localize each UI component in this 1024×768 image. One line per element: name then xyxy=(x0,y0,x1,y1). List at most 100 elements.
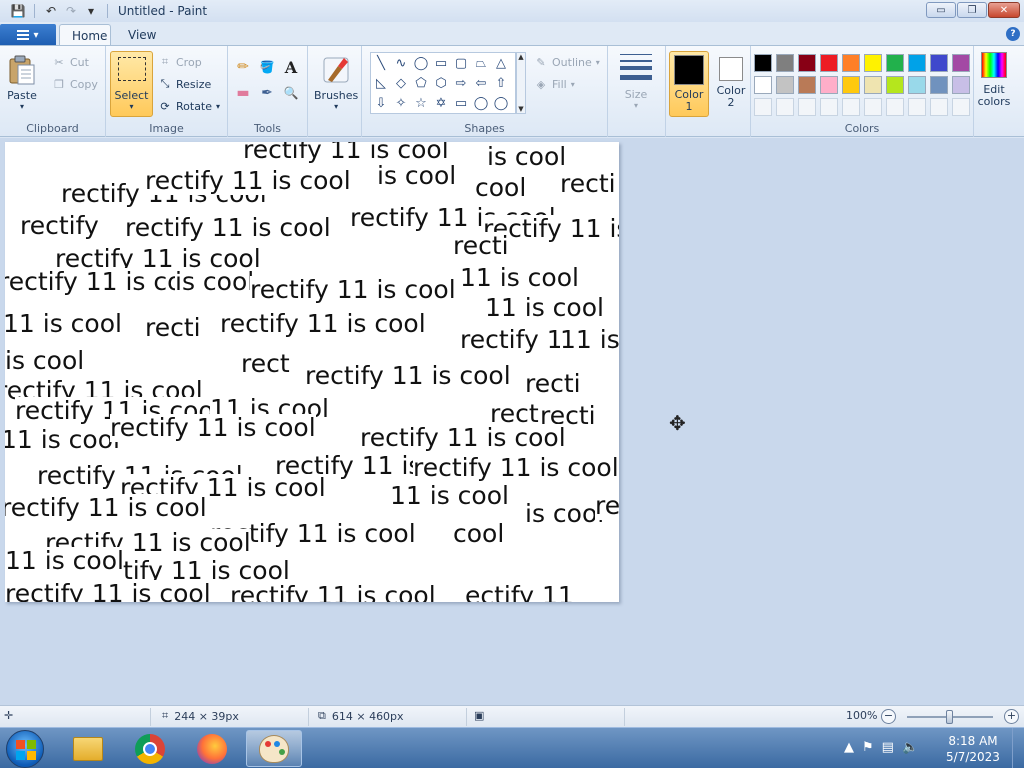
shape-15[interactable]: ✧ xyxy=(396,96,407,111)
outline-button[interactable]: ✎ Outline ▾ xyxy=(534,53,599,71)
crop-button[interactable]: ⌗ Crop xyxy=(158,53,202,71)
customize-qat-icon[interactable]: ▾ xyxy=(83,3,99,19)
shape-17[interactable]: ✡ xyxy=(436,96,447,111)
network-icon[interactable]: ▤ xyxy=(882,740,894,755)
shape-13[interactable]: ⇧ xyxy=(496,76,507,91)
palette-empty-slot[interactable] xyxy=(908,98,926,116)
color1-button[interactable]: Color 1 xyxy=(669,51,709,117)
drawing-canvas[interactable]: rectify 11 is coolis coolrectirectify 11… xyxy=(5,142,619,602)
palette-empty-slot[interactable] xyxy=(798,98,816,116)
fill-icon[interactable]: 🪣 xyxy=(256,56,278,78)
start-button[interactable] xyxy=(6,730,44,768)
show-desktop-button[interactable] xyxy=(1012,728,1024,768)
shape-18[interactable]: ▭ xyxy=(455,96,467,111)
redo-icon[interactable]: ↷ xyxy=(63,3,79,19)
palette-color-4[interactable] xyxy=(842,54,860,72)
palette-color-17[interactable] xyxy=(908,76,926,94)
shape-9[interactable]: ⬠ xyxy=(415,76,426,91)
text-icon[interactable]: A xyxy=(280,56,302,78)
eraser-icon[interactable]: ▬ xyxy=(232,82,254,104)
shape-12[interactable]: ⇦ xyxy=(476,76,487,91)
paste-button[interactable]: Paste ▾ xyxy=(6,54,38,111)
palette-color-13[interactable] xyxy=(820,76,838,94)
copy-button[interactable]: ❐ Copy xyxy=(52,75,98,93)
help-icon[interactable]: ? xyxy=(1006,27,1020,41)
shape-10[interactable]: ⬡ xyxy=(435,76,446,91)
scroll-down-icon[interactable]: ▼ xyxy=(518,105,523,113)
volume-icon[interactable]: 🔈 xyxy=(902,740,918,755)
shape-7[interactable]: ◺ xyxy=(376,76,386,91)
action-center-icon[interactable]: ⚑ xyxy=(862,740,874,755)
brushes-button[interactable]: Brushes ▾ xyxy=(314,54,358,111)
shape-5[interactable]: ⏢ xyxy=(476,56,486,71)
cut-button[interactable]: ✂ Cut xyxy=(52,53,89,71)
palette-color-3[interactable] xyxy=(820,54,838,72)
shape-8[interactable]: ◇ xyxy=(396,76,406,91)
tab-view[interactable]: View xyxy=(116,24,168,46)
palette-color-14[interactable] xyxy=(842,76,860,94)
edit-colors-button[interactable]: Edit colors xyxy=(976,52,1012,108)
clock[interactable]: 8:18 AM 5/7/2023 xyxy=(940,733,1006,765)
shape-0[interactable]: ╲ xyxy=(377,56,385,71)
paint-menu-button[interactable]: ▾ xyxy=(0,24,56,46)
shape-11[interactable]: ⇨ xyxy=(456,76,467,91)
pencil-icon[interactable]: ✏ xyxy=(232,56,254,78)
taskbar-firefox[interactable] xyxy=(184,730,240,767)
zoom-in-button[interactable]: + xyxy=(1004,709,1019,724)
palette-empty-slot[interactable] xyxy=(930,98,948,116)
palette-color-5[interactable] xyxy=(864,54,882,72)
show-hidden-icons-icon[interactable]: ▲ xyxy=(844,740,854,755)
shape-4[interactable]: ▢ xyxy=(455,56,467,71)
resize-button[interactable]: ⤡ Resize xyxy=(158,75,212,93)
palette-empty-slot[interactable] xyxy=(754,98,772,116)
palette-empty-slot[interactable] xyxy=(952,98,970,116)
palette-empty-slot[interactable] xyxy=(886,98,904,116)
shape-1[interactable]: ∿ xyxy=(396,56,407,71)
maximize-button[interactable]: ❐ xyxy=(957,2,987,18)
close-button[interactable]: ✕ xyxy=(988,2,1020,18)
palette-color-9[interactable] xyxy=(952,54,970,72)
shape-2[interactable]: ◯ xyxy=(414,56,429,71)
palette-color-2[interactable] xyxy=(798,54,816,72)
shape-20[interactable]: ◯ xyxy=(494,96,509,111)
zoom-out-button[interactable]: − xyxy=(881,709,896,724)
taskbar-explorer[interactable] xyxy=(60,730,116,767)
magnifier-icon[interactable]: 🔍 xyxy=(280,82,302,104)
palette-color-16[interactable] xyxy=(886,76,904,94)
canvas-workspace[interactable]: rectify 11 is coolis coolrectirectify 11… xyxy=(0,138,1024,705)
palette-color-12[interactable] xyxy=(798,76,816,94)
minimize-button[interactable]: ▭ xyxy=(926,2,956,18)
palette-color-6[interactable] xyxy=(886,54,904,72)
undo-icon[interactable]: ↶ xyxy=(43,3,59,19)
palette-color-19[interactable] xyxy=(952,76,970,94)
color-picker-icon[interactable]: ✒ xyxy=(256,82,278,104)
rotate-button[interactable]: ⟳ Rotate ▾ xyxy=(158,97,220,115)
scroll-up-icon[interactable]: ▲ xyxy=(518,53,523,61)
palette-color-8[interactable] xyxy=(930,54,948,72)
zoom-slider-thumb[interactable] xyxy=(946,710,953,724)
palette-empty-slot[interactable] xyxy=(820,98,838,116)
size-button[interactable]: Size ▾ xyxy=(614,52,658,110)
shape-16[interactable]: ☆ xyxy=(415,96,427,111)
select-button[interactable]: Select ▾ xyxy=(110,51,153,117)
palette-color-18[interactable] xyxy=(930,76,948,94)
shape-19[interactable]: ◯ xyxy=(474,96,489,111)
palette-color-11[interactable] xyxy=(776,76,794,94)
palette-color-1[interactable] xyxy=(776,54,794,72)
palette-color-0[interactable] xyxy=(754,54,772,72)
fill-button[interactable]: ◈ Fill ▾ xyxy=(534,75,575,93)
palette-empty-slot[interactable] xyxy=(842,98,860,116)
palette-color-7[interactable] xyxy=(908,54,926,72)
shape-6[interactable]: △ xyxy=(496,56,506,71)
shapes-scrollbar[interactable]: ▲ ▼ xyxy=(516,52,526,114)
taskbar-chrome[interactable] xyxy=(122,730,178,767)
palette-empty-slot[interactable] xyxy=(864,98,882,116)
shape-3[interactable]: ▭ xyxy=(435,56,447,71)
shape-14[interactable]: ⇩ xyxy=(376,96,387,111)
palette-color-10[interactable] xyxy=(754,76,772,94)
palette-color-15[interactable] xyxy=(864,76,882,94)
color2-button[interactable]: Color 2 xyxy=(711,51,751,117)
taskbar-paint[interactable] xyxy=(246,730,302,767)
tab-home[interactable]: Home xyxy=(59,24,111,46)
palette-empty-slot[interactable] xyxy=(776,98,794,116)
